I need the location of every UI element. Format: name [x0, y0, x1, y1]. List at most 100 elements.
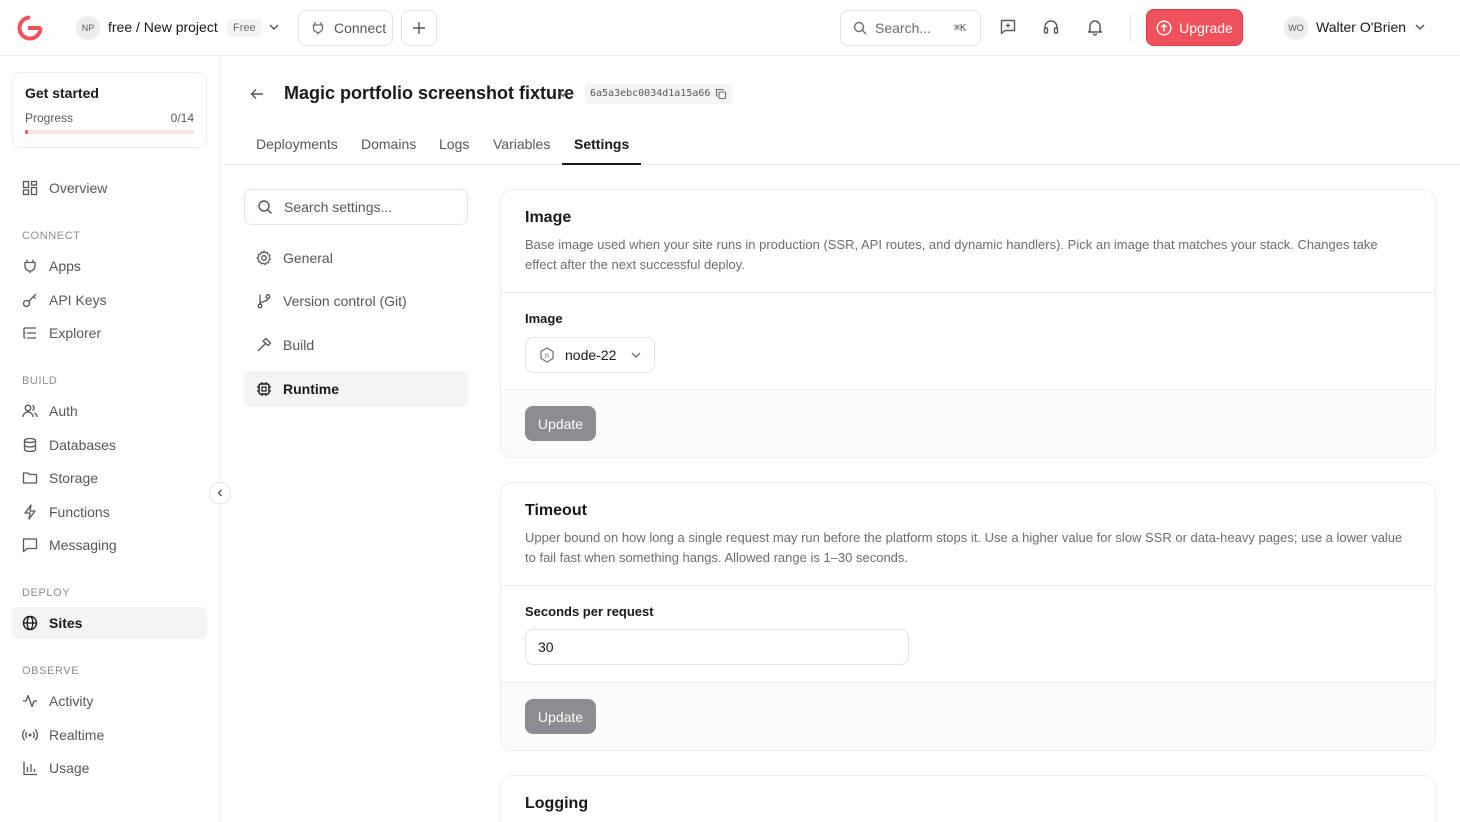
get-started-title: Get started: [25, 85, 99, 101]
settings-nav-label: Build: [283, 337, 315, 353]
app-logo-icon[interactable]: [17, 15, 43, 41]
settings-nav-build[interactable]: Build: [244, 327, 468, 363]
plan-badge: Free: [227, 19, 262, 37]
search-shortcut: ⌘K: [953, 22, 966, 34]
sidebar-item-label: Realtime: [49, 727, 105, 743]
image-settings-card: Image Base image used when your site run…: [500, 189, 1436, 458]
tab-logs[interactable]: Logs: [427, 124, 481, 165]
add-button[interactable]: [401, 10, 437, 46]
users-icon: [22, 403, 38, 419]
get-started-card[interactable]: Get started Progress 0/14: [12, 72, 207, 148]
user-avatar[interactable]: WO: [1284, 16, 1308, 40]
sidebar-item-label: Sites: [49, 615, 83, 631]
seconds-per-request-input[interactable]: 30: [525, 629, 909, 665]
sidebar-item-label: Overview: [49, 180, 108, 196]
sidebar-item-apps[interactable]: Apps: [12, 250, 207, 282]
sidebar-item-activity[interactable]: Activity: [12, 685, 207, 717]
collapse-sidebar-button[interactable]: [209, 482, 231, 504]
copy-icon[interactable]: [715, 88, 727, 100]
site-id-badge[interactable]: 6a5a3ebc0034d1a15a66: [585, 84, 733, 104]
update-image-button[interactable]: Update: [525, 406, 596, 441]
section-title-deploy: DEPLOY: [22, 587, 71, 599]
project-avatar[interactable]: NP: [76, 16, 100, 40]
tab-deployments[interactable]: Deployments: [244, 124, 350, 165]
support-headset-icon[interactable]: [1042, 18, 1060, 36]
connect-label: Connect: [334, 20, 387, 36]
chart-icon: [22, 760, 38, 776]
image-select-value: node-22: [565, 347, 617, 363]
chevron-down-icon[interactable]: [557, 88, 569, 100]
bell-icon[interactable]: [1086, 18, 1104, 36]
topbar-divider: [1130, 14, 1131, 42]
plus-icon: [412, 21, 426, 35]
sidebar-item-functions[interactable]: Functions: [12, 496, 207, 528]
sidebar-item-realtime[interactable]: Realtime: [12, 719, 207, 751]
site-id: 6a5a3ebc0034d1a15a66: [590, 88, 711, 99]
sidebar-item-label: Storage: [49, 470, 99, 486]
sidebar-item-label: API Keys: [49, 292, 107, 308]
sidebar-item-overview[interactable]: Overview: [12, 172, 207, 204]
seconds-per-request-value: 30: [538, 639, 554, 655]
cpu-icon: [256, 381, 272, 397]
key-icon: [22, 292, 38, 308]
overview-icon: [22, 180, 38, 196]
section-title-build: BUILD: [22, 375, 58, 387]
sidebar-item-label: Activity: [49, 693, 94, 709]
top-bar: NP free / New project Free Connect Searc…: [0, 0, 1460, 56]
search-placeholder: Search...: [875, 20, 932, 36]
search-icon: [853, 21, 867, 35]
page-title: Magic portfolio screenshot fixture: [284, 83, 575, 103]
activity-icon: [22, 693, 38, 709]
sidebar-item-label: Usage: [49, 760, 90, 776]
settings-nav-version-control[interactable]: Version control (Git): [244, 283, 468, 319]
sidebar-item-messaging[interactable]: Messaging: [12, 529, 207, 561]
sidebar-item-sites[interactable]: Sites: [12, 607, 207, 639]
settings-nav-label: General: [283, 250, 333, 266]
logging-settings-card: Logging: [500, 775, 1436, 822]
update-timeout-button[interactable]: Update: [525, 699, 596, 734]
back-arrow-icon[interactable]: [249, 86, 265, 102]
bolt-icon: [22, 504, 38, 520]
settings-nav-label: Version control (Git): [283, 293, 407, 309]
card-description: Base image used when your site runs in p…: [525, 237, 1378, 272]
progress-bar-fill: [25, 130, 29, 134]
settings-search-input[interactable]: Search settings...: [244, 189, 468, 225]
sidebar-item-storage[interactable]: Storage: [12, 462, 207, 494]
progress-bar: [25, 130, 194, 134]
sidebar-item-auth[interactable]: Auth: [12, 395, 207, 427]
image-select[interactable]: JS node-22: [525, 337, 655, 373]
card-title: Image: [525, 209, 572, 226]
upgrade-button[interactable]: Upgrade: [1146, 9, 1243, 46]
progress-label: Progress: [25, 111, 74, 125]
sidebar-item-label: Auth: [49, 403, 78, 419]
tab-bar: Deployments Domains Logs Variables Setti…: [220, 124, 1460, 165]
sidebar: Get started Progress 0/14 Overview CONNE…: [0, 56, 220, 822]
user-name[interactable]: Walter O'Brien: [1316, 19, 1406, 35]
sidebar-item-usage[interactable]: Usage: [12, 752, 207, 784]
feedback-icon[interactable]: [999, 18, 1017, 36]
field-label: Image: [525, 311, 563, 326]
section-title-connect: CONNECT: [22, 230, 81, 242]
chevron-down-icon[interactable]: [1414, 21, 1426, 33]
sidebar-item-label: Explorer: [49, 325, 102, 341]
project-breadcrumb[interactable]: free / New project: [108, 19, 218, 35]
sidebar-item-explorer[interactable]: Explorer: [12, 317, 207, 349]
tab-variables[interactable]: Variables: [481, 124, 562, 165]
sidebar-item-label: Apps: [49, 258, 81, 274]
sidebar-item-databases[interactable]: Databases: [12, 429, 207, 461]
settings-nav-general[interactable]: General: [244, 240, 468, 276]
section-title-observe: OBSERVE: [22, 665, 80, 677]
settings-nav-runtime[interactable]: Runtime: [244, 371, 468, 407]
gear-icon: [256, 250, 272, 266]
tab-domains[interactable]: Domains: [349, 124, 428, 165]
plug-icon: [22, 258, 38, 274]
global-search-button[interactable]: Search... ⌘K: [840, 10, 981, 46]
folder-icon: [22, 470, 38, 486]
git-branch-icon: [256, 293, 272, 309]
connect-button[interactable]: Connect: [298, 10, 393, 46]
progress-count: 0/14: [170, 111, 194, 125]
chevron-down-icon[interactable]: [268, 21, 280, 33]
tab-settings[interactable]: Settings: [562, 124, 642, 165]
sidebar-item-api-keys[interactable]: API Keys: [12, 284, 207, 316]
message-icon: [22, 537, 38, 553]
